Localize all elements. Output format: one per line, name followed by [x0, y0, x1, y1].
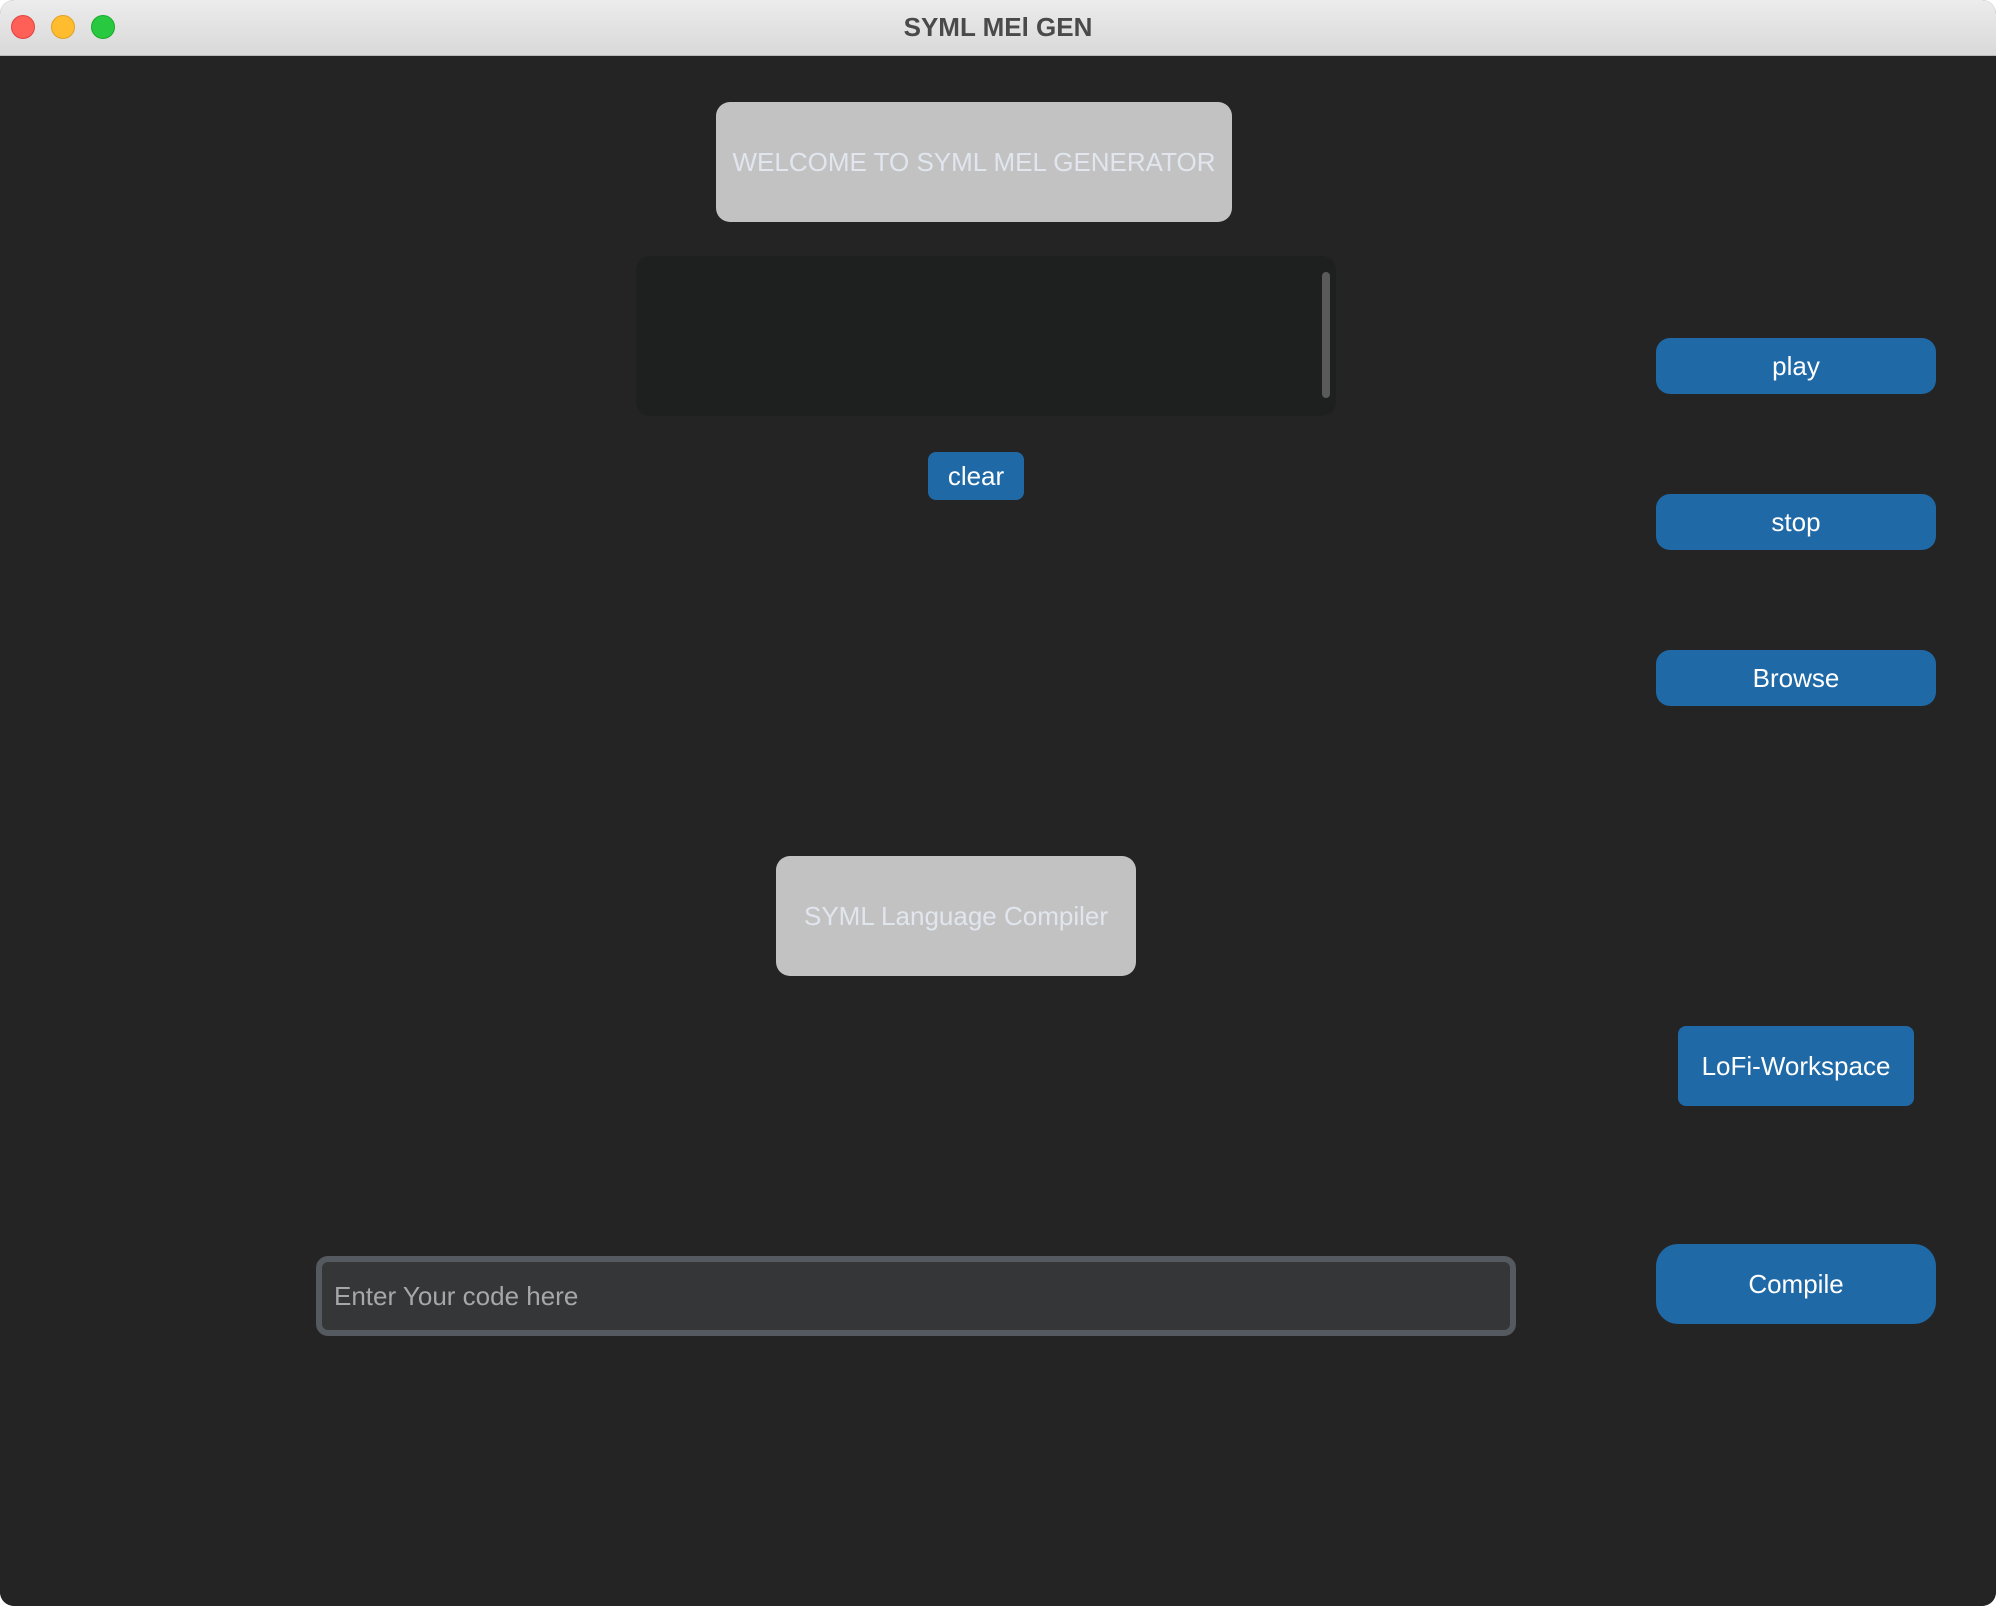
compile-button[interactable]: Compile — [1656, 1244, 1936, 1324]
output-scrollbar[interactable] — [1322, 272, 1330, 398]
code-input[interactable] — [316, 1256, 1516, 1336]
clear-button[interactable]: clear — [928, 452, 1024, 500]
stop-button[interactable]: stop — [1656, 494, 1936, 550]
play-button[interactable]: play — [1656, 338, 1936, 394]
lofi-workspace-button[interactable]: LoFi-Workspace — [1678, 1026, 1914, 1106]
compiler-label: SYML Language Compiler — [776, 856, 1136, 976]
welcome-label: WELCOME TO SYML MEL GENERATOR — [716, 102, 1232, 222]
main-content: WELCOME TO SYML MEL GENERATOR clear SYML… — [0, 56, 1996, 1606]
output-textbox[interactable] — [636, 256, 1336, 416]
browse-button[interactable]: Browse — [1656, 650, 1936, 706]
window-title: SYML MEl GEN — [903, 12, 1093, 42]
title-bar[interactable]: SYML MEl GEN — [0, 0, 1996, 56]
app-window: SYML MEl GEN WELCOME TO SYML MEL GENERAT… — [0, 0, 1996, 1606]
